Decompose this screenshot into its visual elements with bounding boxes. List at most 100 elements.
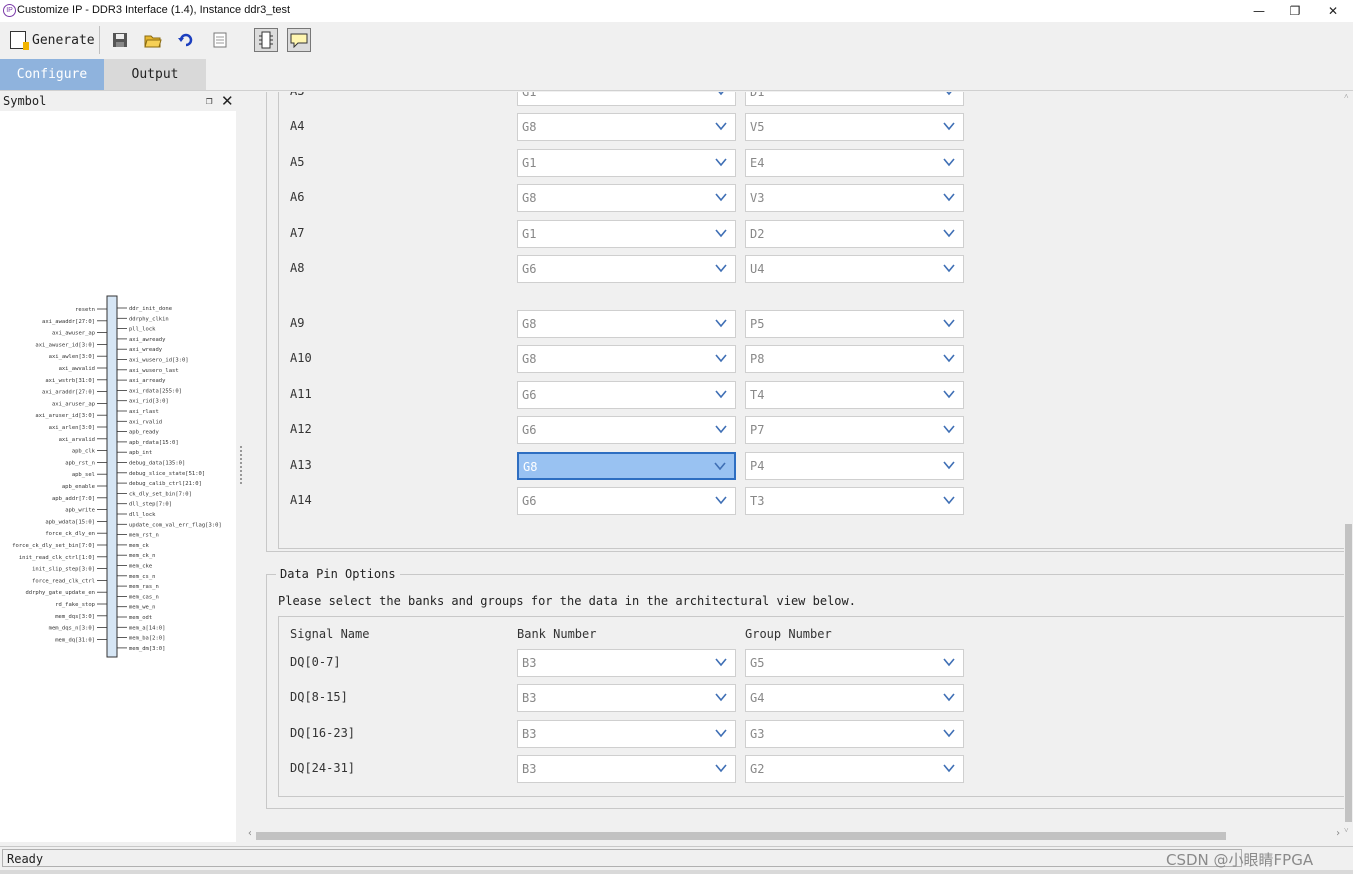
pin-select-value: P8	[750, 352, 765, 367]
pin-select-value: P7	[750, 423, 765, 438]
group-select[interactable]: G1	[517, 148, 736, 177]
comment-icon[interactable]	[287, 28, 311, 52]
group-select[interactable]: G8	[517, 184, 736, 213]
address-row-label: A8	[290, 261, 305, 275]
horizontal-scrollbar[interactable]: ‹ ›	[246, 828, 1344, 842]
reload-icon[interactable]	[174, 28, 198, 52]
data-group-select[interactable]: G3	[745, 719, 964, 748]
bank-select[interactable]: B3	[517, 719, 736, 748]
chevron-down-icon	[715, 390, 727, 399]
pin-label: mem_odt	[129, 615, 152, 621]
document-icon[interactable]	[208, 28, 232, 52]
bank-select[interactable]: B3	[517, 649, 736, 677]
scroll-down-icon[interactable]: ˅	[1344, 826, 1349, 835]
pin-select-value: V3	[750, 191, 765, 206]
pin-label: mem_ck_n	[129, 553, 156, 559]
chevron-down-icon	[715, 354, 727, 363]
data-group-select[interactable]: G2	[745, 755, 964, 784]
group-select[interactable]: G8	[517, 113, 736, 142]
pin-label: mem_ck	[129, 543, 150, 549]
title-bar: IP Customize IP - DDR3 Interface (1.4), …	[0, 0, 1353, 23]
pin-select-value: D1	[750, 92, 765, 99]
scroll-left-icon[interactable]: ‹	[247, 828, 253, 839]
pin-label: init_read_clk_ctrl[1:0]	[19, 555, 95, 561]
tab-configure[interactable]: Configure	[0, 59, 104, 90]
vertical-scroll-thumb[interactable]	[1345, 524, 1352, 822]
pin-label: force_ck_dly_en	[45, 531, 95, 537]
tab-output[interactable]: Output	[104, 59, 206, 90]
chevron-down-icon	[943, 229, 955, 237]
scroll-up-icon[interactable]: ˄	[1344, 92, 1349, 101]
pin-label: axi_rlast	[129, 409, 159, 415]
chevron-down-icon	[943, 658, 955, 667]
group-select[interactable]: G8	[517, 310, 736, 338]
pin-label: debug_data[135:0]	[129, 461, 185, 467]
group-select[interactable]: G1	[517, 219, 736, 248]
data-group-select[interactable]: G5	[745, 649, 964, 677]
horizontal-scroll-thumb[interactable]	[256, 832, 1226, 840]
group-select[interactable]: G8	[517, 451, 736, 480]
group-select-value: G1	[522, 226, 537, 241]
group-select[interactable]: G6	[517, 255, 736, 283]
group-select[interactable]: G6	[517, 487, 736, 515]
pin-select[interactable]: P8	[745, 345, 964, 374]
group-select-value: G6	[522, 262, 537, 276]
pin-label: axi_wready	[129, 347, 163, 353]
float-panel-icon[interactable]: ❐	[206, 94, 213, 107]
pin-label: mem_we_n	[129, 605, 156, 611]
pin-select[interactable]: U4	[745, 255, 964, 283]
pin-select[interactable]: P4	[745, 451, 964, 480]
pin-label: ddrphy_clkin	[129, 316, 169, 322]
column-header-signal-name: Signal Name	[290, 627, 370, 641]
scroll-right-icon[interactable]: ›	[1335, 828, 1341, 839]
group-select[interactable]: G8	[517, 345, 736, 374]
bank-select[interactable]: B3	[517, 684, 736, 713]
column-header-group-number: Group Number	[745, 627, 832, 641]
group-select[interactable]: G6	[517, 380, 736, 409]
pin-label: debug_calib_ctrl[21:0]	[129, 481, 202, 487]
pin-select[interactable]: V3	[745, 184, 964, 213]
pin-label: apb_ready	[129, 430, 159, 436]
pin-select-value: T3	[750, 494, 765, 508]
pin-select[interactable]: D2	[745, 219, 964, 248]
save-icon[interactable]	[108, 28, 132, 52]
pin-label: axi_araddr[27:0]	[42, 390, 95, 396]
address-row-label: A4	[290, 119, 305, 134]
pin-label: apb_int	[129, 450, 152, 456]
open-folder-icon[interactable]	[141, 28, 165, 52]
vertical-scrollbar[interactable]: ˄ ˅	[1344, 92, 1353, 838]
chevron-down-icon	[943, 461, 955, 469]
pin-select[interactable]: E4	[745, 148, 964, 177]
pin-select[interactable]: T3	[745, 487, 964, 515]
group-select-value: G8	[522, 317, 537, 331]
panel-splitter[interactable]	[236, 91, 246, 842]
watermark: CSDN @小眼睛FPGA	[1166, 851, 1314, 869]
pin-select[interactable]: D1	[745, 92, 964, 106]
pin-label: apb_write	[65, 508, 95, 514]
pin-label: force_read_clk_ctrl	[32, 578, 95, 584]
data-group-select-value: G2	[750, 762, 765, 777]
pin-label: mem_ba[2:0]	[129, 636, 165, 642]
bank-select-value: B3	[522, 726, 537, 741]
pin-select-value: V5	[750, 120, 765, 135]
minimize-icon[interactable]: —	[1244, 2, 1274, 20]
pin-label: mem_dqs_n[3:0]	[49, 626, 95, 632]
bank-select[interactable]: B3	[517, 755, 736, 784]
group-select[interactable]: G6	[517, 416, 736, 445]
restore-icon[interactable]: ❐	[1280, 2, 1310, 20]
close-icon[interactable]: ✕	[1318, 2, 1348, 20]
close-panel-icon[interactable]: ✕	[221, 92, 234, 110]
dq-signal-label: DQ[24-31]	[290, 761, 356, 776]
group-select[interactable]: G1	[517, 92, 736, 106]
pin-select[interactable]: V5	[745, 113, 964, 142]
pin-select-value: P5	[750, 317, 765, 331]
symbol-view-icon[interactable]	[254, 28, 278, 52]
pin-select[interactable]: T4	[745, 380, 964, 409]
generate-button[interactable]: Generate	[4, 26, 100, 54]
address-row-label: A10	[290, 351, 312, 366]
chevron-down-icon	[943, 264, 955, 273]
pin-select[interactable]: P7	[745, 416, 964, 445]
pin-label: ddr_init_done	[129, 306, 172, 312]
data-group-select[interactable]: G4	[745, 684, 964, 713]
pin-select[interactable]: P5	[745, 310, 964, 338]
